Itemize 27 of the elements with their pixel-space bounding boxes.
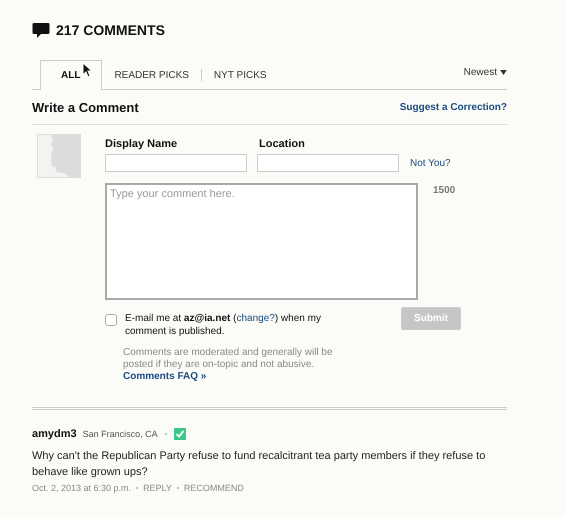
filter-tab[interactable]: READER PICKS	[102, 60, 201, 90]
comment-date: Oct. 2, 2013 at 6:30 p.m.	[32, 483, 132, 493]
filter-tab[interactable]: NYT PICKS	[202, 60, 279, 90]
comment-location: San Francisco, CA	[82, 429, 158, 439]
filter-tab[interactable]: ALL	[40, 60, 102, 90]
not-you-link[interactable]: Not You?	[410, 158, 451, 168]
display-name-field[interactable]	[105, 154, 247, 172]
change-email-link[interactable]: change?	[236, 313, 275, 324]
location-field[interactable]	[257, 154, 399, 172]
location-label: Location	[259, 138, 305, 150]
comment-text: Why can't the Republican Party refuse to fund recalcitrant tea party members if they refuse to behave like grown ups?	[32, 449, 486, 480]
comment-username[interactable]: amydm3	[32, 428, 77, 440]
email-notice-text: E-mail me at az@ia.net (change?) when my comment is published.	[125, 312, 322, 338]
sort-dropdown[interactable]: Newest	[464, 67, 507, 78]
character-count: 1500	[433, 185, 456, 196]
comment-count-title: 217 COMMENTS	[56, 22, 165, 38]
avatar-silhouette-icon	[37, 134, 81, 178]
mouse-cursor-icon	[82, 62, 92, 78]
email-checkbox[interactable]	[105, 314, 117, 326]
write-comment-heading: Write a Comment	[32, 100, 139, 114]
caret-icon	[500, 70, 507, 75]
moderation-note: Comments are moderated and generally will be posted if they are on-topic and not abusive.	[123, 347, 334, 371]
comment-bubble-icon	[32, 22, 50, 38]
comment-field[interactable]: Type your comment here.	[105, 183, 418, 300]
display-name-label: Display Name	[105, 138, 178, 150]
suggest-correction-link[interactable]: Suggest a Correction?	[400, 102, 507, 112]
comments-faq-link[interactable]: Comments FAQ »	[123, 371, 353, 383]
